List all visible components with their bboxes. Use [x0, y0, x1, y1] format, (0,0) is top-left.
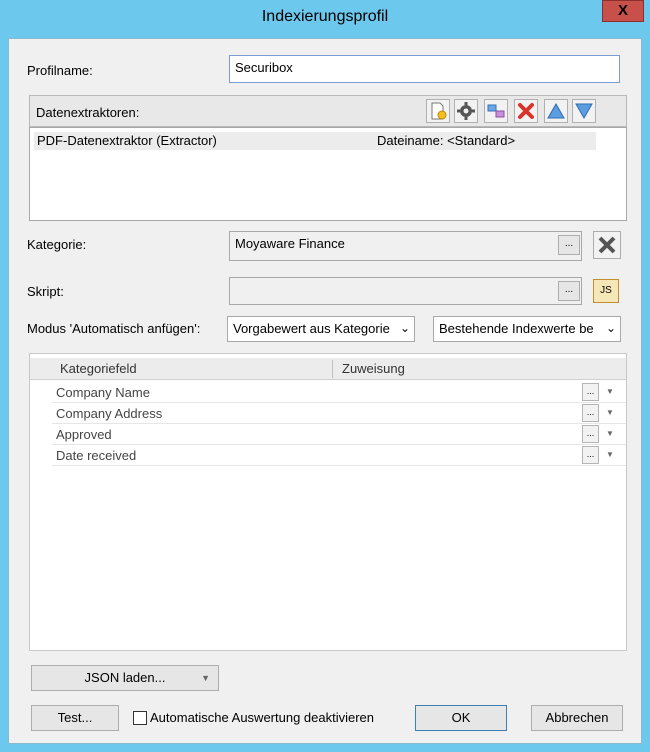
- json-load-label: JSON laden...: [84, 670, 166, 685]
- dialog-body: Profilname: Securibox Datenextraktoren:: [8, 38, 642, 744]
- list-item[interactable]: PDF-Datenextraktor (Extractor) Dateiname…: [34, 132, 596, 150]
- category-clear-button[interactable]: [593, 231, 621, 259]
- clear-icon: [598, 236, 616, 254]
- assignment-browse-button[interactable]: ...: [582, 383, 599, 401]
- dialog-window: Indexierungsprofil X Profilname: Securib…: [0, 0, 650, 752]
- close-button[interactable]: X: [602, 0, 644, 22]
- move-down-icon: [575, 103, 593, 120]
- assignment-browse-button[interactable]: ...: [582, 446, 599, 464]
- test-button[interactable]: Test...: [31, 705, 119, 731]
- dropdown-arrow-icon[interactable]: ▼: [606, 429, 614, 438]
- extractors-list[interactable]: PDF-Datenextraktor (Extractor) Dateiname…: [29, 127, 627, 221]
- mode-existing-select[interactable]: Bestehende Indexwerte be ⌄: [433, 316, 621, 342]
- profile-name-input[interactable]: Securibox: [229, 55, 620, 83]
- category-value: Moyaware Finance: [235, 236, 345, 251]
- gear-icon: [457, 102, 475, 120]
- field-name: Company Address: [56, 406, 163, 421]
- auto-eval-label: Automatische Auswertung deaktivieren: [150, 710, 375, 725]
- category-field-grid: Kategoriefeld Zuweisung Company Name ...…: [29, 353, 627, 651]
- script-field: [229, 277, 582, 305]
- field-name: Company Name: [56, 385, 150, 400]
- window-title: Indexierungsprofil: [261, 8, 389, 25]
- delete-button[interactable]: [514, 99, 538, 123]
- script-browse-button[interactable]: ...: [558, 281, 580, 301]
- move-down-button[interactable]: [572, 99, 596, 123]
- table-row[interactable]: Company Address ... ▼: [52, 403, 626, 424]
- assignment-browse-button[interactable]: ...: [582, 425, 599, 443]
- chevron-down-icon: ⌄: [397, 321, 410, 335]
- ok-button[interactable]: OK: [415, 705, 507, 731]
- dropdown-arrow-icon[interactable]: ▼: [606, 450, 614, 459]
- link-icon: [487, 104, 505, 118]
- table-row[interactable]: Approved ... ▼: [52, 424, 626, 445]
- title-bar: Indexierungsprofil X: [0, 0, 650, 34]
- table-row[interactable]: Date received ... ▼: [52, 445, 626, 466]
- js-icon: JS: [600, 285, 612, 296]
- field-name: Date received: [56, 448, 137, 463]
- new-extractor-icon: [431, 102, 447, 120]
- column-header-assignment: Zuweisung: [342, 361, 405, 376]
- extractors-label: Datenextraktoren:: [36, 105, 140, 120]
- table-row[interactable]: Company Name ... ▼: [52, 382, 626, 403]
- column-divider: [332, 360, 333, 378]
- dropdown-arrow-icon[interactable]: ▼: [606, 387, 614, 396]
- mode-default-select[interactable]: Vorgabewert aus Kategorie ⌄: [227, 316, 415, 342]
- assignment-browse-button[interactable]: ...: [582, 404, 599, 422]
- extractors-header: Datenextraktoren:: [29, 95, 627, 127]
- dropdown-arrow-icon: ▼: [201, 673, 210, 683]
- grid-header: Kategoriefeld Zuweisung: [30, 358, 626, 380]
- link-button[interactable]: [484, 99, 508, 123]
- chevron-down-icon: ⌄: [603, 321, 616, 335]
- category-label: Kategorie:: [27, 237, 87, 252]
- mode-existing-value: Bestehende Indexwerte be: [439, 321, 594, 336]
- auto-eval-checkbox[interactable]: [133, 711, 147, 725]
- extractor-name: PDF-Datenextraktor (Extractor): [37, 133, 217, 148]
- mode-label: Modus 'Automatisch anfügen':: [27, 321, 201, 336]
- settings-button[interactable]: [454, 99, 478, 123]
- delete-icon: [518, 103, 534, 119]
- column-header-field: Kategoriefeld: [60, 361, 137, 376]
- json-load-button[interactable]: JSON laden... ▼: [31, 665, 219, 691]
- script-label: Skript:: [27, 284, 64, 299]
- javascript-button[interactable]: JS: [593, 279, 619, 303]
- move-up-button[interactable]: [544, 99, 568, 123]
- mode-default-value: Vorgabewert aus Kategorie: [233, 321, 390, 336]
- extractor-file: Dateiname: <Standard>: [377, 133, 516, 148]
- profile-name-label: Profilname:: [27, 63, 93, 78]
- move-up-icon: [547, 102, 565, 119]
- new-extractor-button[interactable]: [426, 99, 450, 123]
- field-name: Approved: [56, 427, 112, 442]
- category-field: Moyaware Finance: [229, 231, 582, 261]
- cancel-button[interactable]: Abbrechen: [531, 705, 623, 731]
- dropdown-arrow-icon[interactable]: ▼: [606, 408, 614, 417]
- category-browse-button[interactable]: ...: [558, 235, 580, 255]
